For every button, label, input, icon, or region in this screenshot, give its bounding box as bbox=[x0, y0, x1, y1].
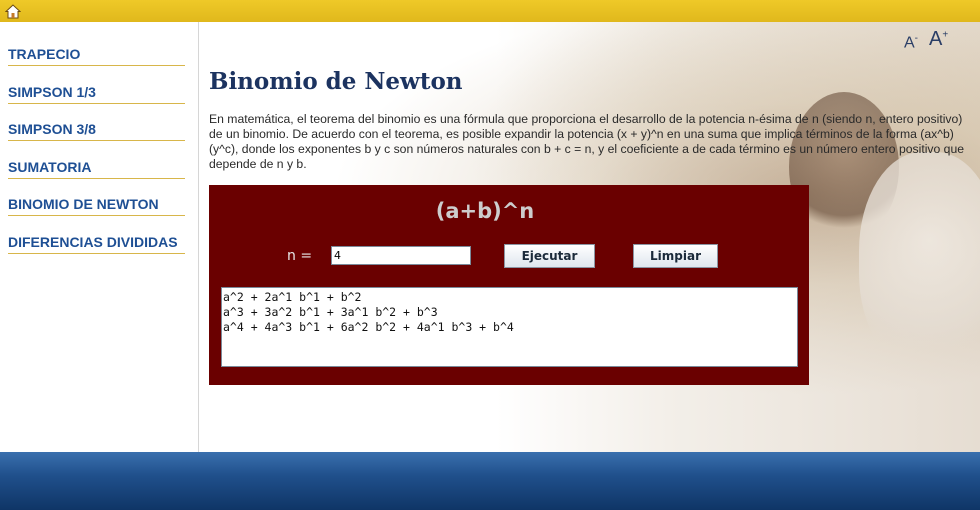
output-line: a^2 + 2a^1 b^1 + b^2 bbox=[223, 290, 362, 304]
decrease-font-button[interactable]: A- bbox=[904, 33, 918, 52]
sidebar-item-sumatoria[interactable]: SUMATORIA bbox=[8, 158, 185, 179]
output-textarea[interactable]: a^2 + 2a^1 b^1 + b^2 a^3 + 3a^2 b^1 + 3a… bbox=[221, 287, 798, 367]
sidebar-item-binomio-de-newton[interactable]: BINOMIO DE NEWTON bbox=[8, 195, 185, 216]
sidebar-item-simpson-3-8[interactable]: SIMPSON 3/8 bbox=[8, 120, 185, 141]
footer-bar bbox=[0, 452, 980, 510]
output-line: a^3 + 3a^2 b^1 + 3a^1 b^2 + b^3 bbox=[223, 305, 438, 319]
sidebar-item-diferencias-divididas[interactable]: DIFERENCIAS DIVIDIDAS bbox=[8, 233, 185, 254]
top-bar bbox=[0, 0, 980, 22]
main-content: A- A+ Binomio de Newton En matemática, e… bbox=[199, 22, 980, 452]
sidebar-nav: TRAPECIO SIMPSON 1/3 SIMPSON 3/8 SUMATOR… bbox=[0, 22, 199, 452]
formula-heading: (a+b)^n bbox=[435, 199, 535, 223]
background-photo-highlight bbox=[859, 152, 980, 372]
intro-paragraph: En matemática, el teorema del binomio es… bbox=[209, 112, 965, 171]
page-title: Binomio de Newton bbox=[209, 68, 463, 95]
n-label: n = bbox=[287, 248, 313, 264]
n-input[interactable] bbox=[331, 246, 471, 265]
output-line: a^4 + 4a^3 b^1 + 6a^2 b^2 + 4a^1 b^3 + b… bbox=[223, 320, 514, 334]
home-icon[interactable] bbox=[5, 4, 21, 19]
increase-font-button[interactable]: A+ bbox=[929, 28, 948, 51]
sidebar-item-simpson-1-3[interactable]: SIMPSON 1/3 bbox=[8, 83, 185, 104]
execute-button[interactable]: Ejecutar bbox=[504, 244, 595, 268]
binomial-applet: (a+b)^n n = Ejecutar Limpiar a^2 + 2a^1 … bbox=[209, 185, 809, 385]
clear-button[interactable]: Limpiar bbox=[633, 244, 718, 268]
sidebar-item-trapecio[interactable]: TRAPECIO bbox=[8, 45, 185, 66]
